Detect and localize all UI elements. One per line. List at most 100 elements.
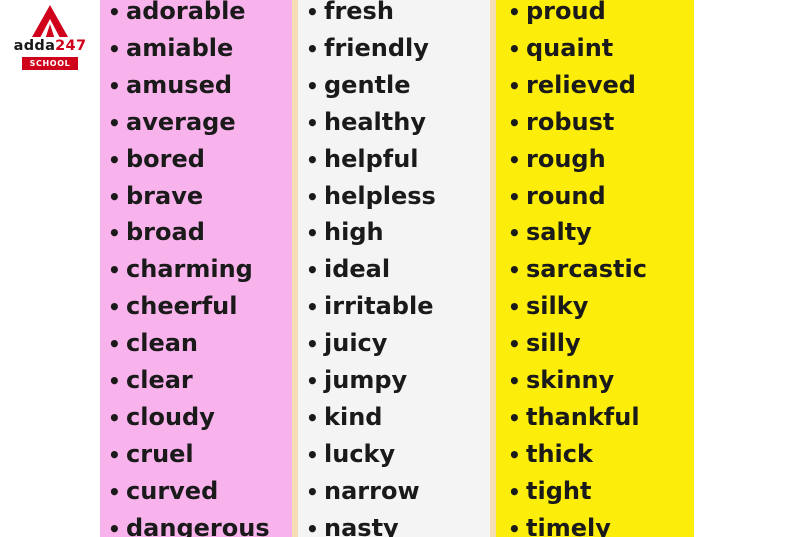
list-item: • robust (496, 105, 694, 142)
list-item: • clear (100, 363, 292, 400)
logo: adda247 SCHOOL (8, 4, 92, 70)
adjective-word: salty (526, 218, 592, 247)
bullet-icon: • (108, 184, 121, 209)
bullet-icon: • (108, 36, 121, 61)
adjective-word: rough (526, 144, 606, 173)
logo-wordmark: adda247 (8, 39, 92, 54)
list-item: • skinny (496, 363, 694, 400)
adjective-word: helpless (324, 181, 436, 210)
list-item: • friendly (298, 31, 490, 68)
adjective-word: clear (126, 366, 193, 395)
list-item: • thankful (496, 400, 694, 437)
list-item: • ideal (298, 252, 490, 289)
bullet-icon: • (306, 73, 319, 98)
adjective-word: average (126, 107, 236, 136)
adjective-word: jumpy (324, 366, 408, 395)
adjective-word: dangerous (126, 513, 270, 537)
adjective-column-1: • adorable • amiable • amused • average • bor… (100, 0, 292, 537)
adjective-word: irritable (324, 292, 434, 321)
bullet-icon: • (108, 332, 121, 357)
adjective-word: broad (126, 218, 205, 247)
bullet-icon: • (508, 369, 521, 394)
adjective-word: friendly (324, 33, 429, 62)
adjective-word: juicy (324, 329, 388, 358)
adjective-word: bored (126, 144, 205, 173)
list-item: • cloudy (100, 400, 292, 437)
bullet-icon: • (306, 221, 319, 246)
list-item: • proud (496, 0, 694, 31)
list-item: • juicy (298, 326, 490, 363)
bullet-icon: • (306, 332, 319, 357)
list-item: • curved (100, 474, 292, 511)
list-item: • healthy (298, 105, 490, 142)
bullet-icon: • (508, 184, 521, 209)
bullet-icon: • (306, 405, 319, 430)
bullet-icon: • (108, 369, 121, 394)
adda247-triangle-logo-icon (31, 4, 69, 38)
list-item: • helpful (298, 142, 490, 179)
list-item: • silky (496, 289, 694, 326)
adjective-word: cloudy (126, 402, 215, 431)
logo-brand-text: adda (13, 38, 56, 54)
bullet-icon: • (108, 110, 121, 135)
list-item: • brave (100, 179, 292, 216)
adjective-word: charming (126, 255, 253, 284)
list-item: • thick (496, 437, 694, 474)
list-item: • adorable (100, 0, 292, 31)
list-item: • jumpy (298, 363, 490, 400)
adjective-word: silky (526, 292, 589, 321)
list-item: • broad (100, 215, 292, 252)
bullet-icon: • (508, 479, 521, 504)
bullet-icon: • (508, 0, 521, 24)
adjective-word: narrow (324, 476, 420, 505)
bullet-icon: • (306, 184, 319, 209)
adjective-word: tight (526, 476, 592, 505)
bullet-icon: • (508, 332, 521, 357)
list-item: • amused (100, 68, 292, 105)
adjective-word: clean (126, 329, 199, 358)
bullet-icon: • (508, 221, 521, 246)
adjective-column-2: • fresh • friendly • gentle • healthy • helpf… (298, 0, 490, 537)
list-item: • timely (496, 511, 694, 537)
bullet-icon: • (306, 295, 319, 320)
adjective-word: gentle (324, 70, 411, 99)
bullet-icon: • (108, 295, 121, 320)
bullet-icon: • (108, 147, 121, 172)
list-item: • charming (100, 252, 292, 289)
list-item: • high (298, 215, 490, 252)
bullet-icon: • (108, 0, 121, 24)
list-item: • cheerful (100, 289, 292, 326)
list-item: • round (496, 179, 694, 216)
list-item: • kind (298, 400, 490, 437)
adjective-word: sarcastic (526, 255, 647, 284)
adjective-word: silly (526, 329, 581, 358)
bullet-icon: • (108, 221, 121, 246)
list-item: • silly (496, 326, 694, 363)
bullet-icon: • (508, 516, 521, 537)
logo-brand-number: 247 (55, 38, 87, 54)
list-item: • lucky (298, 437, 490, 474)
logo-block: adda247 SCHOOL (0, 0, 100, 537)
list-item: • helpless (298, 179, 490, 216)
adjective-word: adorable (126, 0, 246, 25)
adjective-word: helpful (324, 144, 419, 173)
adjective-word: relieved (526, 70, 636, 99)
bullet-icon: • (508, 36, 521, 61)
bullet-icon: • (306, 110, 319, 135)
adjective-word: kind (324, 402, 383, 431)
adjective-list-1: • adorable • amiable • amused • average • bor… (100, 0, 292, 537)
list-item: • irritable (298, 289, 490, 326)
bullet-icon: • (508, 110, 521, 135)
bullet-icon: • (508, 442, 521, 467)
adjective-word: high (324, 218, 384, 247)
adjective-word: proud (526, 0, 606, 25)
bullet-icon: • (306, 147, 319, 172)
adjective-column-3: • proud • quaint • relieved • robust • rough … (496, 0, 694, 537)
list-item: • narrow (298, 474, 490, 511)
adjective-word: cruel (126, 439, 194, 468)
bullet-icon: • (508, 405, 521, 430)
logo-sub-label: SCHOOL (22, 57, 78, 70)
bullet-icon: • (108, 73, 121, 98)
adjective-word: ideal (324, 255, 391, 284)
adjective-word: amused (126, 70, 233, 99)
